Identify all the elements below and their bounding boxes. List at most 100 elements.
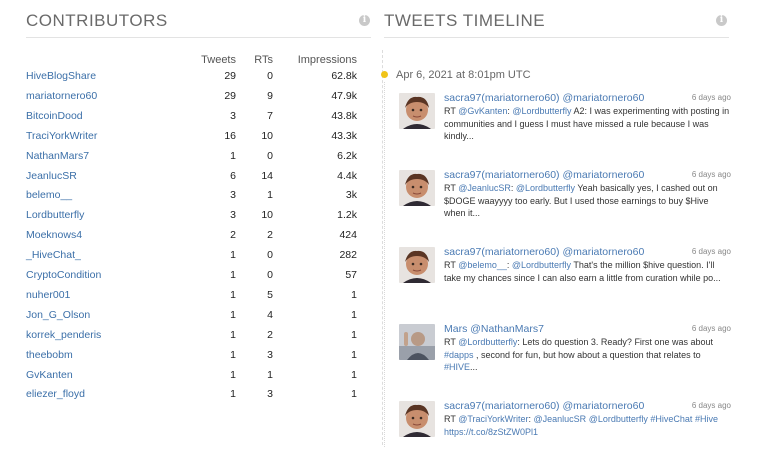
rts-count: 2 — [267, 229, 273, 242]
tweet-author[interactable]: sacra97(mariatornero60) @mariatornero60 — [444, 169, 644, 181]
rts-count: 0 — [267, 149, 273, 162]
rts-count: 1 — [267, 368, 273, 381]
tweets-count: 16 — [224, 129, 236, 142]
column-header-tweets[interactable]: Tweets — [195, 54, 236, 66]
timeline-date: Apr 6, 2021 at 8:01pm UTC — [396, 69, 531, 81]
impressions-count: 1 — [351, 388, 357, 401]
impressions-count: 6.2k — [337, 149, 357, 162]
tweet-author[interactable]: sacra97(mariatornero60) @mariatornero60 — [444, 92, 644, 104]
avatar[interactable] — [399, 401, 435, 437]
tweet-text: RT @TraciYorkWriter: @JeanlucSR @Lordbut… — [444, 413, 731, 438]
tweet-link[interactable]: https://t.co/8zStZW0Pl1 — [444, 427, 538, 437]
tweet-link[interactable]: @JeanlucSR — [458, 183, 511, 193]
impressions-count: 3k — [345, 189, 357, 202]
info-icon[interactable]: i — [716, 15, 727, 26]
table-row: nuher001 1 5 1 — [0, 289, 380, 309]
contributor-name[interactable]: eliezer_floyd — [26, 388, 85, 400]
avatar[interactable] — [399, 170, 435, 206]
column-header-rts[interactable]: RTs — [244, 54, 273, 66]
tweets-count: 1 — [230, 328, 236, 341]
tweets-count: 1 — [230, 308, 236, 321]
tweets-count: 2 — [230, 229, 236, 242]
rts-count: 14 — [261, 169, 273, 182]
tweet-time[interactable]: 6 days ago — [692, 247, 731, 256]
contributor-name[interactable]: mariatornero60 — [26, 90, 97, 102]
contributor-name[interactable]: Lordbutterfly — [26, 209, 84, 221]
tweet-link[interactable]: @Lordbutterfly — [458, 337, 517, 347]
tweet-link[interactable]: @Lordbutterfly — [512, 260, 571, 270]
rts-count: 2 — [267, 328, 273, 341]
table-row: belemo__ 3 1 3k — [0, 189, 380, 209]
tweet-text-segment: RT — [444, 337, 459, 347]
contributor-name[interactable]: TraciYorkWriter — [26, 130, 97, 142]
table-row: HiveBlogShare 29 0 62.8k — [0, 70, 380, 90]
tweet-link[interactable]: #dapps — [444, 350, 474, 360]
tweet-link[interactable]: @belemo__ — [458, 260, 507, 270]
contributor-name[interactable]: theebobm — [26, 349, 73, 361]
contributor-name[interactable]: Moeknows4 — [26, 229, 82, 241]
impressions-count: 47.9k — [331, 89, 357, 102]
timeline-title-rule — [384, 37, 729, 38]
column-header-impressions[interactable]: Impressions — [296, 54, 357, 66]
tweet-link[interactable]: @Lordbutterfly — [516, 183, 575, 193]
tweet-text-segment: : Lets do question 3. Ready? First one w… — [517, 337, 713, 347]
contributor-name[interactable]: NathanMars7 — [26, 150, 89, 162]
contributor-name[interactable]: GvKanten — [26, 369, 73, 381]
tweet-link[interactable]: @GvKanten — [458, 106, 507, 116]
table-row: mariatornero60 29 9 47.9k — [0, 90, 380, 110]
info-icon[interactable]: i — [359, 15, 370, 26]
panel-divider — [382, 50, 383, 445]
tweet-author[interactable]: sacra97(mariatornero60) @mariatornero60 — [444, 400, 644, 412]
contributor-name[interactable]: CryptoCondition — [26, 269, 101, 281]
table-row: JeanlucSR 6 14 4.4k — [0, 170, 380, 190]
tweet-time[interactable]: 6 days ago — [692, 324, 731, 333]
rts-count: 7 — [267, 109, 273, 122]
rts-count: 1 — [267, 189, 273, 202]
tweet-link[interactable]: @JeanlucSR — [534, 414, 587, 424]
contributor-name[interactable]: _HiveChat_ — [26, 249, 81, 261]
tweet-time[interactable]: 6 days ago — [692, 401, 731, 410]
rts-count: 0 — [267, 249, 273, 262]
tweet-text: RT @belemo__: @Lordbutterfly That's the … — [444, 259, 731, 284]
avatar[interactable] — [399, 93, 435, 129]
tweet-text: RT @Lordbutterfly: Lets do question 3. R… — [444, 336, 731, 374]
tweet-time[interactable]: 6 days ago — [692, 170, 731, 179]
tweets-count: 1 — [230, 149, 236, 162]
impressions-count: 57 — [345, 269, 357, 281]
contributor-name[interactable]: HiveBlogShare — [26, 70, 96, 82]
tweet-link[interactable]: @Lordbutterfly — [589, 414, 648, 424]
avatar[interactable] — [399, 247, 435, 283]
tweet-text-segment: RT — [444, 414, 459, 424]
tweet-link[interactable]: #HiveChat — [650, 414, 692, 424]
tweets-count: 1 — [230, 388, 236, 401]
tweet-link[interactable]: #HIVE — [444, 362, 470, 372]
contributor-name[interactable]: BitcoinDood — [26, 110, 83, 122]
table-row: BitcoinDood 3 7 43.8k — [0, 110, 380, 130]
impressions-count: 424 — [339, 229, 357, 242]
tweet-link[interactable]: @TraciYorkWriter — [458, 414, 528, 424]
contributor-name[interactable]: korrek_penderis — [26, 329, 101, 341]
rts-count: 5 — [267, 288, 273, 301]
rts-count: 4 — [267, 308, 273, 321]
contributor-name[interactable]: belemo__ — [26, 189, 72, 201]
impressions-count: 1 — [351, 288, 357, 301]
rts-count: 0 — [267, 269, 273, 281]
impressions-count: 1 — [351, 368, 357, 381]
contributors-title: CONTRIBUTORS — [26, 11, 168, 30]
table-row: GvKanten 1 1 1 — [0, 369, 380, 389]
tweet-author[interactable]: Mars @NathanMars7 — [444, 323, 544, 335]
tweet-link[interactable]: @Lordbutterfly — [512, 106, 571, 116]
avatar[interactable] — [399, 324, 435, 360]
impressions-count: 282 — [339, 249, 357, 262]
tweets-count: 3 — [230, 209, 236, 222]
contributors-title-rule — [26, 37, 371, 38]
tweets-count: 1 — [230, 368, 236, 381]
tweet-link[interactable]: #Hive — [695, 414, 718, 424]
contributor-name[interactable]: nuher001 — [26, 289, 70, 301]
impressions-count: 62.8k — [331, 70, 357, 82]
contributor-name[interactable]: JeanlucSR — [26, 170, 77, 182]
impressions-count: 43.3k — [331, 129, 357, 142]
tweet-author[interactable]: sacra97(mariatornero60) @mariatornero60 — [444, 246, 644, 258]
contributor-name[interactable]: Jon_G_Olson — [26, 309, 90, 321]
tweet-time[interactable]: 6 days ago — [692, 93, 731, 102]
